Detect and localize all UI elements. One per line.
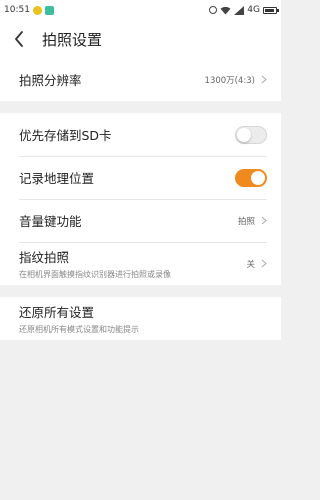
- setting-label: 记录地理位置: [19, 171, 95, 186]
- wifi-icon: [220, 6, 231, 14]
- setting-label: 还原所有设置: [19, 305, 95, 320]
- setting-label: 指纹拍照: [19, 250, 70, 265]
- page-title: 拍照设置: [42, 30, 103, 49]
- setting-row-fingerprint[interactable]: 指纹拍照 在相机界面触摸指纹识别器进行拍照或录像 关: [0, 242, 281, 285]
- settings-group-restore: 还原所有设置 还原相机所有模式设置和功能提示: [0, 297, 281, 340]
- setting-row-volume-key[interactable]: 音量键功能 拍照: [0, 199, 281, 242]
- status-bar: 10:51 4G: [0, 0, 281, 20]
- title-bar: 拍照设置: [0, 20, 281, 58]
- chevron-right-icon: [261, 259, 267, 268]
- setting-row-location[interactable]: 记录地理位置: [0, 156, 281, 199]
- setting-description: 还原相机所有模式设置和功能提示: [19, 325, 139, 334]
- setting-value: 关: [246, 259, 255, 270]
- chevron-right-icon: [261, 75, 267, 84]
- setting-value: 1300万(4:3): [204, 75, 255, 86]
- status-right: 4G: [209, 5, 279, 15]
- sd-card-toggle[interactable]: [235, 125, 267, 144]
- alarm-icon: [209, 6, 218, 14]
- setting-label: 音量键功能: [19, 214, 82, 229]
- network-type: 4G: [247, 5, 260, 15]
- back-arrow-icon[interactable]: [4, 20, 34, 58]
- status-time: 10:51: [4, 5, 30, 15]
- settings-group-main: 优先存储到SD卡 记录地理位置 音量键功能 拍照 指纹拍照 在相机界面触摸指纹识…: [0, 113, 281, 285]
- setting-label: 优先存储到SD卡: [19, 128, 112, 143]
- chevron-right-icon: [261, 216, 267, 225]
- battery-icon: [263, 6, 279, 14]
- status-left: 10:51: [4, 5, 54, 15]
- settings-group-resolution: 拍照分辨率 1300万(4:3): [0, 58, 281, 101]
- signal-icon: [234, 5, 245, 15]
- setting-value: 拍照: [237, 216, 255, 227]
- toggle-knob: [251, 170, 265, 185]
- setting-row-sd-card[interactable]: 优先存储到SD卡: [0, 113, 281, 156]
- setting-label: 拍照分辨率: [19, 73, 82, 88]
- setting-description: 在相机界面触摸指纹识别器进行拍照或录像: [19, 270, 171, 279]
- toggle-knob: [237, 127, 251, 142]
- app-notification-icon: [32, 5, 42, 15]
- app-notification-icon: [44, 5, 54, 15]
- location-toggle[interactable]: [235, 168, 267, 187]
- setting-row-restore[interactable]: 还原所有设置 还原相机所有模式设置和功能提示: [0, 297, 281, 340]
- setting-row-resolution[interactable]: 拍照分辨率 1300万(4:3): [0, 58, 281, 101]
